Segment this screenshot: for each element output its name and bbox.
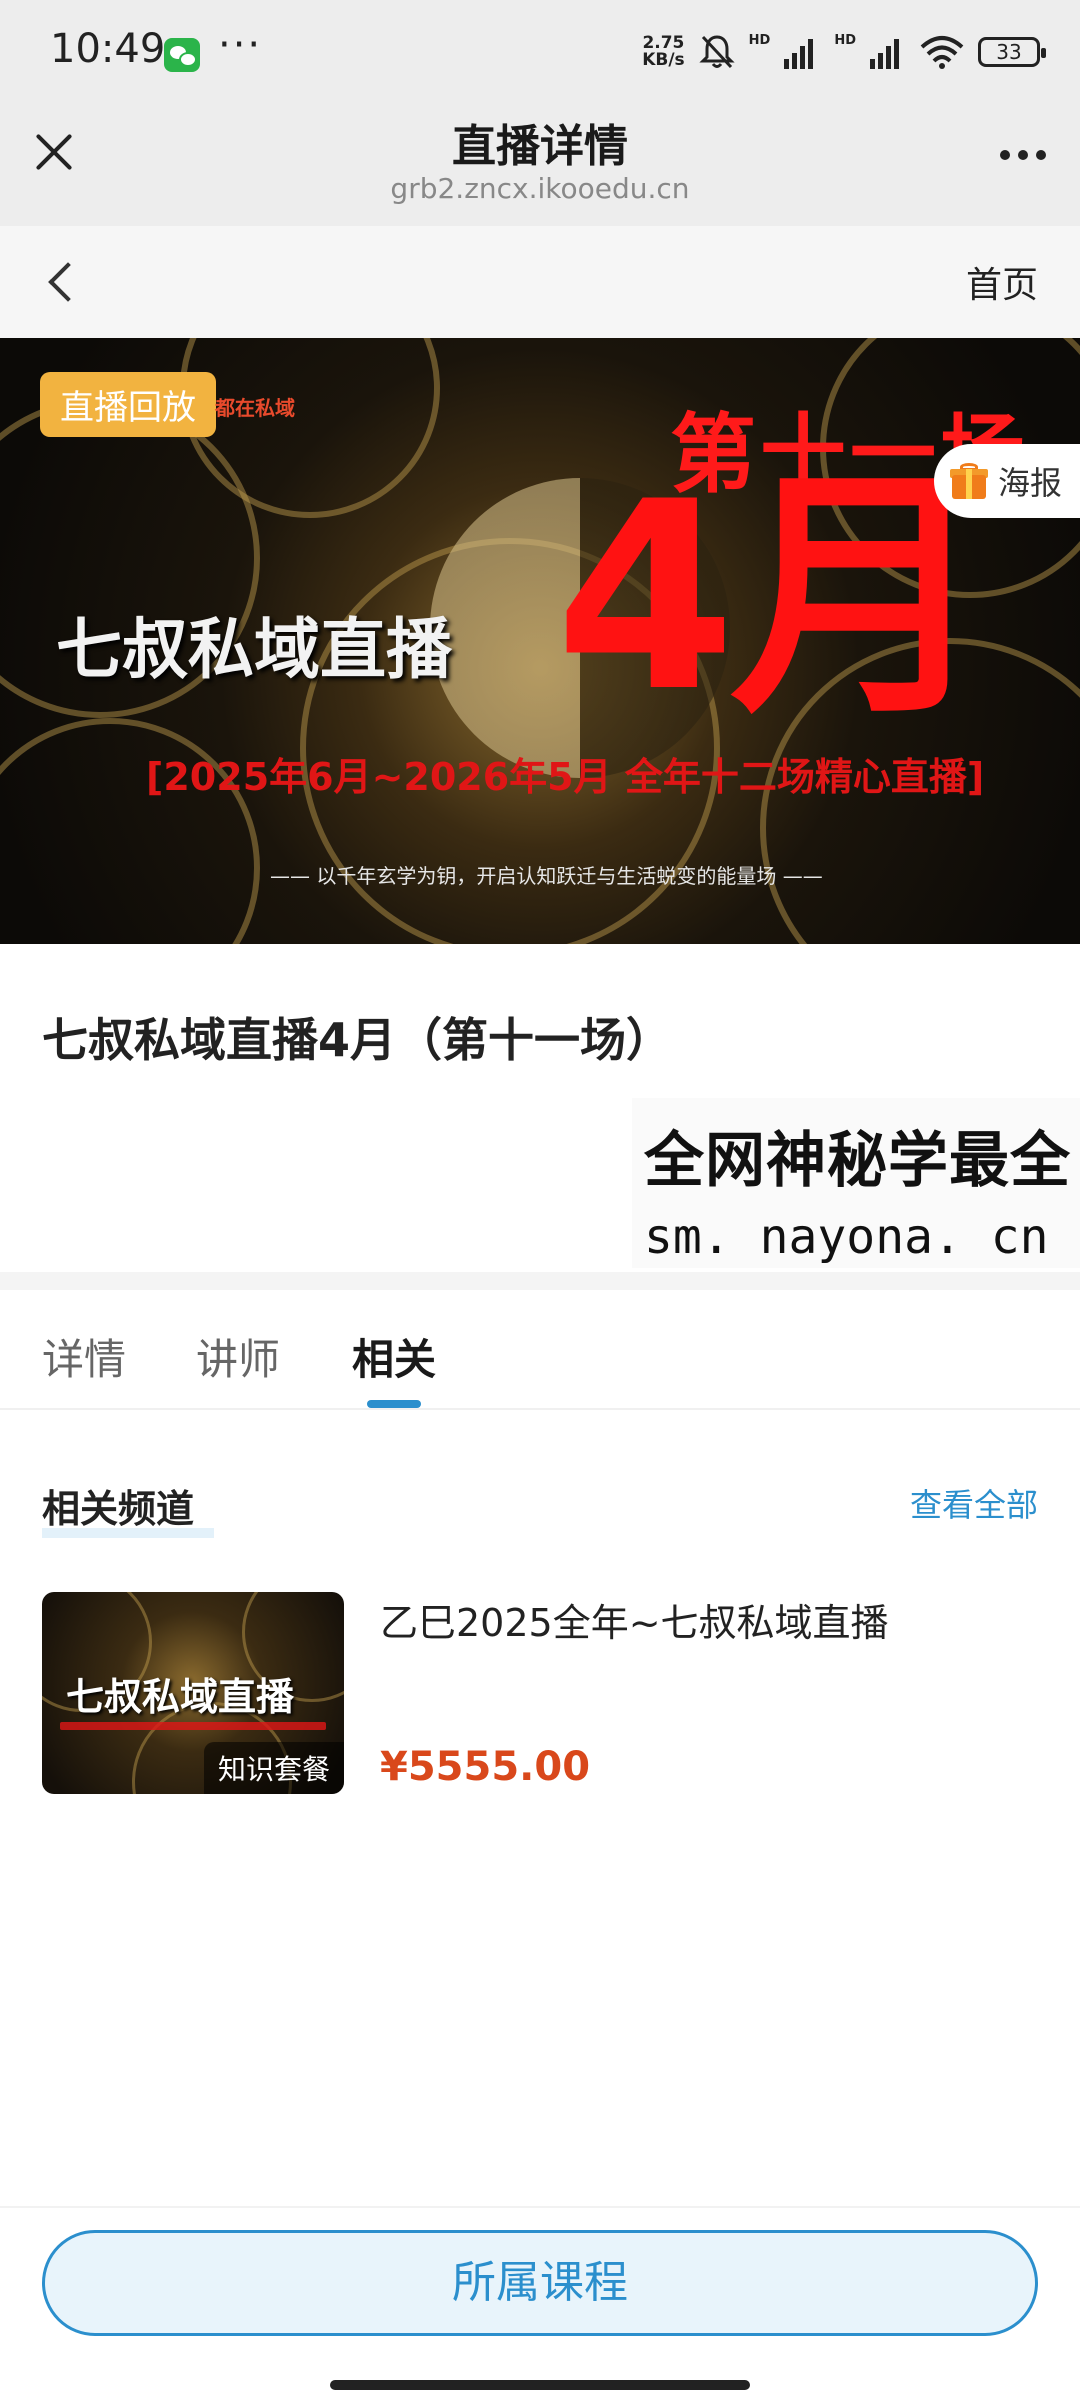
tab-lecturer[interactable]: 讲师 <box>196 1326 280 1387</box>
tab-details[interactable]: 详情 <box>42 1326 126 1387</box>
back-arrow-icon[interactable] <box>40 256 90 306</box>
sim2-hd-label: HD <box>834 32 856 48</box>
network-speed: 2.75 KB/s <box>642 35 684 69</box>
related-heading: 相关频道 <box>42 1487 195 1531</box>
tab-bar: 详情 讲师 相关 <box>0 1290 1080 1410</box>
thumbnail-title: 七叔私域直播 <box>66 1675 295 1719</box>
course-title: 七叔私域直播4月（第十一场） <box>42 1013 673 1067</box>
banner-slogan: —— 以千年玄学为钥，开启认知跃迁与生活蜕变的能量场 —— <box>270 864 823 888</box>
nav-bar: 首页 <box>0 226 1080 338</box>
course-banner[interactable]: 直播回放 都在私域 第十一场 4月 七叔私域直播 [2025年6月~2026年5… <box>0 338 1080 944</box>
channel-name[interactable]: 乙巳2025全年~七叔私域直播 <box>380 1592 889 1647</box>
banner-small-text: 都在私域 <box>215 396 295 420</box>
status-bar: 10:49 ··· 2.75 KB/s HD HD 33 <box>0 0 1080 98</box>
home-link[interactable]: 首页 <box>966 256 1038 308</box>
replay-badge: 直播回放 <box>40 372 216 437</box>
wechat-icon <box>164 38 200 72</box>
mute-bell-icon <box>699 33 735 71</box>
more-menu-icon[interactable] <box>1000 150 1046 160</box>
poster-label: 海报 <box>997 464 1062 502</box>
signal-icon <box>870 35 906 69</box>
banner-main-title: 七叔私域直播 <box>56 611 452 688</box>
tab-related[interactable]: 相关 <box>352 1326 436 1387</box>
banner-date-range: [2025年6月~2026年5月 全年十二场精心直播] <box>146 755 985 799</box>
network-speed-unit: KB/s <box>642 50 685 70</box>
status-more-icon: ··· <box>218 22 263 68</box>
poster-button[interactable]: 海报 <box>933 444 1080 518</box>
battery-icon: 33 <box>978 37 1046 67</box>
page-url: grb2.zncx.ikooedu.cn <box>390 172 690 205</box>
signal-icon <box>784 35 820 69</box>
channel-price: ¥5555.00 <box>380 1744 591 1790</box>
page-title: 直播详情 <box>452 121 628 172</box>
wifi-icon <box>920 35 964 69</box>
sim1-hd-label: HD <box>748 32 771 48</box>
thumbnail-tag: 知识套餐 <box>203 1742 344 1794</box>
section-divider <box>0 1272 1080 1290</box>
gift-icon <box>949 463 988 499</box>
watermark-line1: 全网神秘学最全 <box>644 1126 1071 1196</box>
thumbnail-subtitle-bar <box>60 1722 326 1730</box>
course-button[interactable]: 所属课程 <box>42 2230 1038 2336</box>
watermark-line2: sm. nayona. cn <box>644 1209 1049 1265</box>
channel-thumbnail[interactable]: 七叔私域直播 知识套餐 <box>42 1592 344 1794</box>
status-time: 10:49 <box>50 26 166 72</box>
browser-title-bar: 直播详情 grb2.zncx.ikooedu.cn <box>0 98 1080 226</box>
active-tab-indicator <box>367 1400 421 1408</box>
status-indicators: 2.75 KB/s HD HD 33 <box>642 30 1046 74</box>
watermark-overlay: 全网神秘学最全 sm. nayona. cn <box>632 1098 1080 1268</box>
bottom-action-bar: 所属课程 <box>0 2206 1080 2400</box>
banner-month: 4月 <box>555 447 990 749</box>
home-indicator[interactable] <box>330 2380 750 2390</box>
view-all-link[interactable]: 查看全部 <box>910 1480 1038 1526</box>
